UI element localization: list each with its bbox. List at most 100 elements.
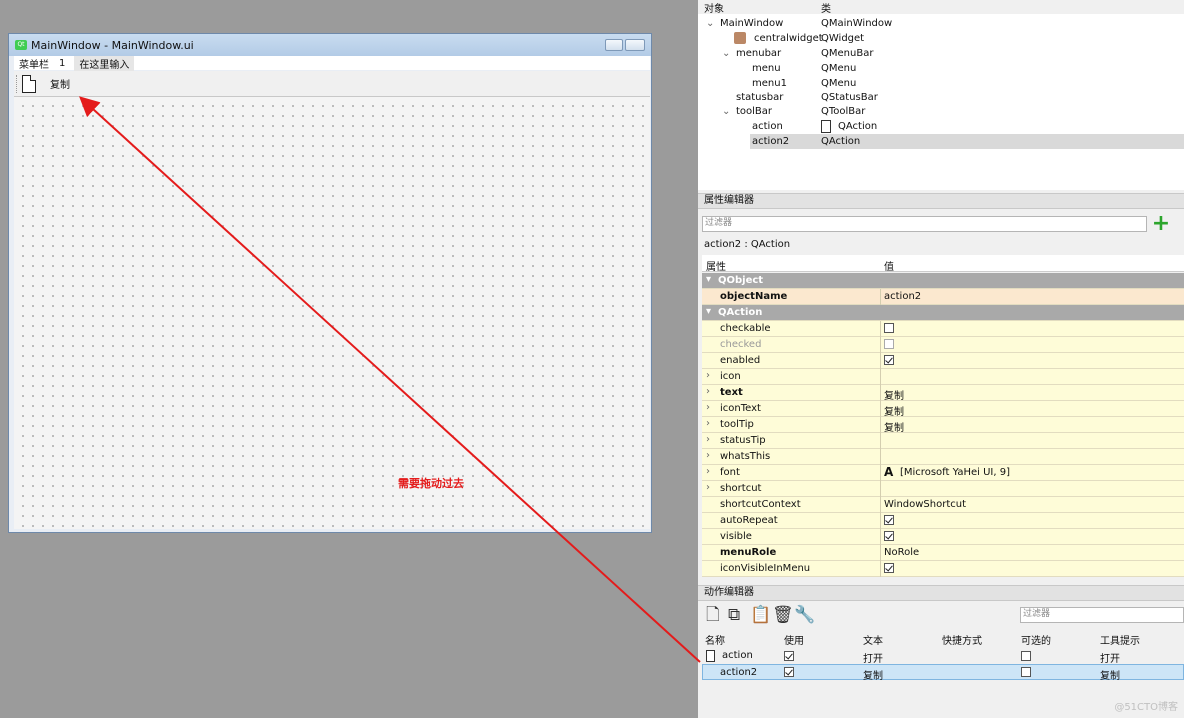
tree-row-name: menubar <box>736 47 782 59</box>
copy-icon[interactable]: ⧉ <box>728 606 744 625</box>
property-row[interactable]: enabled <box>702 353 1184 369</box>
property-value[interactable]: NoRole <box>884 547 919 558</box>
property-value[interactable]: 复制 <box>884 403 904 418</box>
menu-hint[interactable]: 在这里输入 <box>74 55 135 71</box>
new-document-icon[interactable] <box>22 74 36 93</box>
checkbox-unchecked[interactable] <box>1021 667 1031 677</box>
tree-row-class: QAction <box>838 120 878 132</box>
action-row-selected[interactable]: action2 复制 复制 <box>702 664 1184 682</box>
property-value[interactable]: 复制 <box>884 387 904 402</box>
chevron-right-icon[interactable]: › <box>706 434 710 445</box>
column-header[interactable]: 可选的 <box>1021 632 1051 647</box>
checkbox-checked[interactable] <box>884 563 894 573</box>
action-row[interactable]: action 打开 打开 <box>702 648 1184 665</box>
property-row[interactable]: checkable <box>702 321 1184 337</box>
menu-item[interactable]: 1 <box>54 58 70 69</box>
property-value[interactable]: [Microsoft YaHei UI, 9] <box>900 467 1010 478</box>
property-value[interactable]: action2 <box>884 291 921 302</box>
property-row[interactable]: › whatsThis <box>702 449 1184 465</box>
watermark: @51CTO博客 <box>1114 702 1178 713</box>
property-row[interactable]: shortcutContext WindowShortcut <box>702 497 1184 513</box>
checkbox-unchecked[interactable] <box>884 323 894 333</box>
form-menubar: 菜单栏 1 在这里输入 <box>14 55 650 71</box>
property-row[interactable]: › statusTip <box>702 433 1184 449</box>
column-header[interactable]: 使用 <box>784 632 804 647</box>
chevron-down-icon[interactable]: ⌄ <box>722 48 730 59</box>
property-checkbox <box>884 339 894 350</box>
column-header[interactable]: 名称 <box>705 632 725 647</box>
property-checkbox[interactable] <box>884 323 894 334</box>
tree-row-name: action <box>752 120 783 132</box>
tree-row[interactable]: ⌄ MainWindow QMainWindow <box>698 16 1184 31</box>
checkbox-checked[interactable] <box>784 651 794 661</box>
annotation-text: 需要拖动过去 <box>398 477 464 490</box>
close-button[interactable] <box>625 39 645 51</box>
chevron-down-icon[interactable]: ⌄ <box>706 18 714 29</box>
property-row[interactable]: menuRole NoRole <box>702 545 1184 561</box>
property-checkbox[interactable] <box>884 531 894 542</box>
column-object: 对象 <box>704 3 724 15</box>
property-filter-input[interactable]: 过滤器 <box>702 216 1147 232</box>
delete-icon[interactable]: 🗑 <box>772 606 794 625</box>
configure-icon[interactable]: 🔧 <box>794 606 815 625</box>
property-row[interactable]: › iconText 复制 <box>702 401 1184 418</box>
property-row[interactable]: › text 复制 <box>702 385 1184 402</box>
property-row[interactable]: checked <box>702 337 1184 353</box>
tree-row[interactable]: action QAction <box>698 119 1184 134</box>
chevron-right-icon[interactable]: › <box>706 386 710 397</box>
chevron-down-icon[interactable]: ⌄ <box>722 106 730 117</box>
property-row[interactable]: objectName action2 <box>702 289 1184 305</box>
property-row[interactable]: › icon <box>702 369 1184 385</box>
chevron-right-icon[interactable]: › <box>706 450 710 461</box>
new-action-icon[interactable]: 🗋 <box>706 606 722 625</box>
property-checkbox[interactable] <box>884 355 894 366</box>
add-property-icon[interactable]: + <box>1151 213 1171 235</box>
checkbox-checked[interactable] <box>884 355 894 365</box>
toolbar-grip[interactable] <box>16 74 18 93</box>
minimize-button[interactable] <box>605 39 623 51</box>
chevron-down-icon[interactable]: ▾ <box>706 306 711 317</box>
action-tooltip: 复制 <box>1100 671 1120 682</box>
property-checkbox[interactable] <box>884 563 894 574</box>
action-tooltip: 打开 <box>1100 654 1120 665</box>
chevron-right-icon[interactable]: › <box>706 466 710 477</box>
group-qobject[interactable]: ▾ QObject <box>702 273 1184 289</box>
tree-row[interactable]: centralwidget QWidget <box>698 31 1184 46</box>
property-row[interactable]: › toolTip 复制 <box>702 417 1184 434</box>
chevron-right-icon[interactable]: › <box>706 482 710 493</box>
property-row[interactable]: › font A [Microsoft YaHei UI, 9] <box>702 465 1184 481</box>
chevron-right-icon[interactable]: › <box>706 418 710 429</box>
property-row[interactable]: iconVisibleInMenu <box>702 561 1184 577</box>
column-header[interactable]: 文本 <box>863 632 883 647</box>
property-row[interactable]: › shortcut <box>702 481 1184 497</box>
checkbox-checked[interactable] <box>884 515 894 525</box>
toolbar-action[interactable]: 复制 <box>50 76 70 91</box>
tree-row-selected[interactable]: action2 QAction <box>750 134 1184 149</box>
property-key: iconText <box>720 403 761 414</box>
property-value[interactable]: 复制 <box>884 419 904 434</box>
column-header[interactable]: 快捷方式 <box>942 632 982 647</box>
column-header[interactable]: 工具提示 <box>1100 632 1140 647</box>
property-context: action2 : QAction <box>704 239 791 250</box>
property-checkbox[interactable] <box>884 515 894 526</box>
tree-row[interactable]: menu1 QMenu <box>698 76 1184 91</box>
group-qaction[interactable]: ▾ QAction <box>702 305 1184 321</box>
tree-row[interactable]: ⌄ menubar QMenuBar <box>698 46 1184 61</box>
chevron-right-icon[interactable]: › <box>706 370 710 381</box>
tree-row[interactable]: statusbar QStatusBar <box>698 90 1184 105</box>
action-filter-input[interactable]: 过滤器 <box>1020 607 1184 623</box>
checkbox-checked[interactable] <box>884 531 894 541</box>
paste-icon[interactable]: 📋 <box>750 606 771 625</box>
chevron-down-icon[interactable]: ▾ <box>706 274 711 285</box>
property-row[interactable]: visible <box>702 529 1184 545</box>
property-row[interactable]: autoRepeat <box>702 513 1184 529</box>
tree-row[interactable]: menu QMenu <box>698 61 1184 76</box>
tree-row[interactable]: ⌄ toolBar QToolBar <box>698 104 1184 119</box>
central-widget-canvas[interactable] <box>14 97 650 529</box>
chevron-right-icon[interactable]: › <box>706 402 710 413</box>
right-dock: 对象 类 ⌄ MainWindow QMainWindow centralwid… <box>698 0 1184 718</box>
property-value[interactable]: WindowShortcut <box>884 499 966 510</box>
checkbox-checked[interactable] <box>784 667 794 677</box>
menu-item[interactable]: 菜单栏 <box>14 56 54 71</box>
checkbox-unchecked[interactable] <box>1021 651 1031 661</box>
